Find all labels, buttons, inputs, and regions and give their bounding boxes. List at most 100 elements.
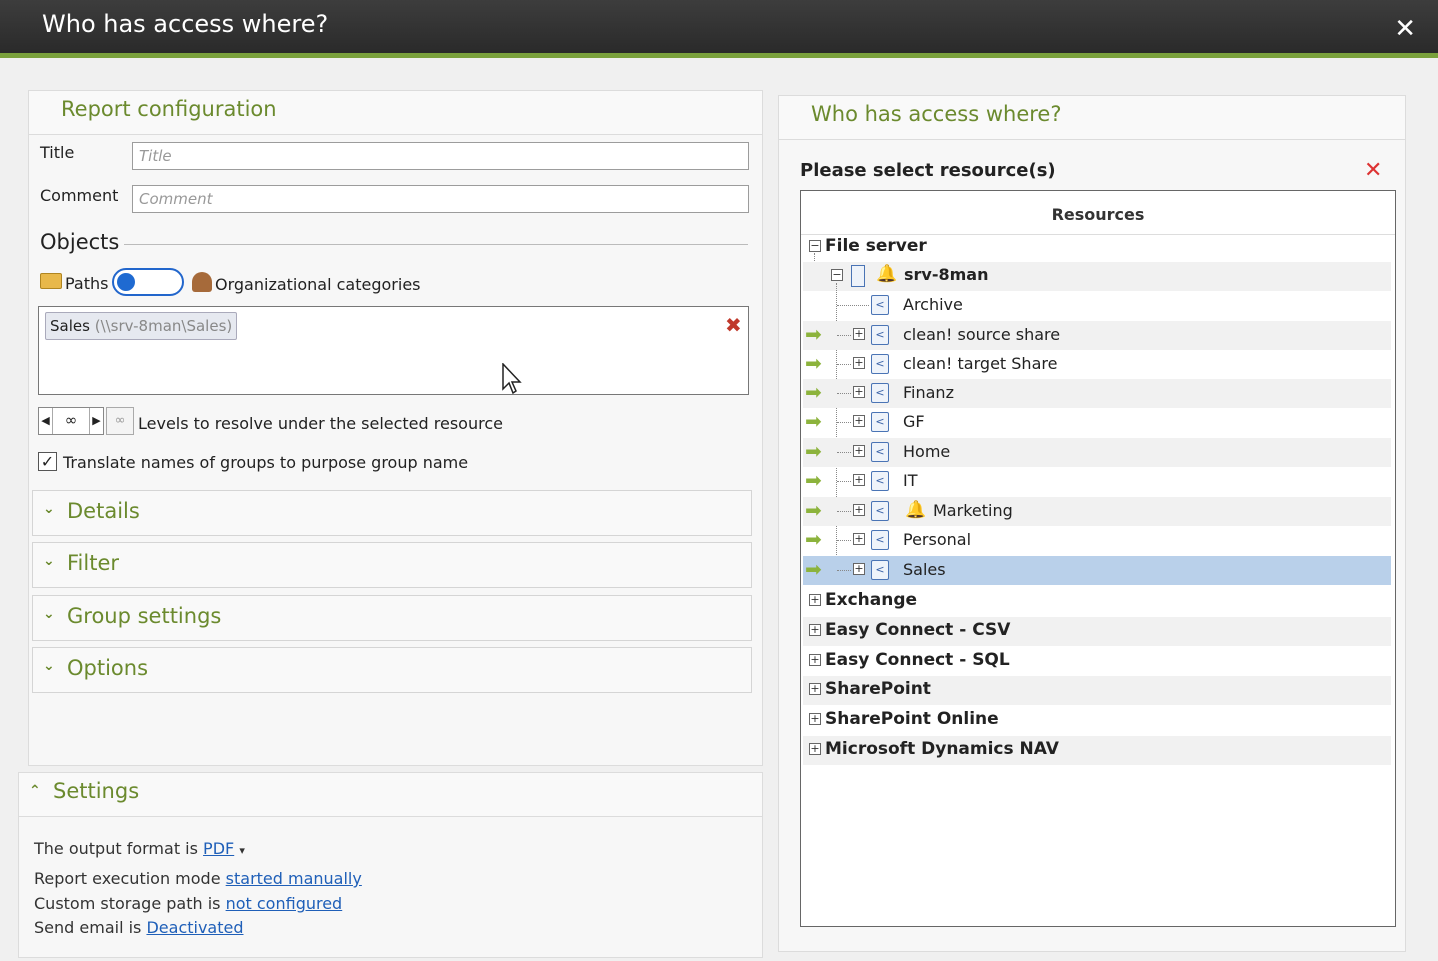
node-label: IT xyxy=(903,471,918,490)
expand-icon[interactable]: + xyxy=(853,386,865,398)
remove-all-icon[interactable]: ✖ xyxy=(725,313,742,337)
tree-connector xyxy=(837,335,851,336)
node-label: Microsoft Dynamics NAV xyxy=(825,739,1059,759)
collapse-icon[interactable]: − xyxy=(831,269,843,281)
expand-icon[interactable]: + xyxy=(809,594,821,606)
levels-stepper[interactable]: ◀ ∞ ▶ xyxy=(38,407,104,435)
tree-connector xyxy=(837,481,851,482)
levels-value: ∞ xyxy=(64,411,78,429)
share-icon: < xyxy=(871,530,889,550)
share-icon: < xyxy=(871,412,889,432)
details-section[interactable]: ⌄ Details xyxy=(32,490,752,536)
node-label: srv-8man xyxy=(904,265,989,284)
group-settings-section[interactable]: ⌄ Group settings xyxy=(32,595,752,641)
tree-node-share-selected[interactable]: ➡ + < Sales xyxy=(803,556,1391,585)
chevron-down-icon: ⌄ xyxy=(43,553,55,569)
window-title: Who has access where? xyxy=(42,10,329,38)
levels-label: Levels to resolve under the selected res… xyxy=(138,414,503,433)
share-icon: < xyxy=(871,354,889,374)
expand-icon[interactable]: + xyxy=(853,533,865,545)
resource-tree[interactable]: Resources − File server − 🔔 srv-8man < A… xyxy=(800,190,1396,927)
expand-icon[interactable]: + xyxy=(809,654,821,666)
arrow-right-icon: ➡ xyxy=(805,380,822,404)
tree-node-share[interactable]: ➡ + < Finanz xyxy=(803,379,1391,408)
panel-title: Who has access where? xyxy=(811,102,1062,126)
expand-icon[interactable]: + xyxy=(809,683,821,695)
arrow-right-icon: ➡ xyxy=(805,439,822,463)
tree-connector xyxy=(837,364,851,365)
user-group-icon xyxy=(192,272,212,292)
email-link[interactable]: Deactivated xyxy=(146,918,243,937)
objects-heading: Objects xyxy=(40,230,120,254)
mode-prefix: Report execution mode xyxy=(34,869,221,888)
expand-icon[interactable]: + xyxy=(853,415,865,427)
tree-node-share[interactable]: ➡ + < Home xyxy=(803,438,1391,467)
arrow-right-icon: ➡ xyxy=(805,322,822,346)
tree-node-root[interactable]: + Easy Connect - CSV xyxy=(803,617,1391,646)
expand-icon[interactable]: + xyxy=(809,713,821,725)
close-icon[interactable]: ✕ xyxy=(1394,16,1416,42)
storage-path-line: Custom storage path is not configured xyxy=(34,894,342,913)
expand-icon[interactable]: + xyxy=(809,624,821,636)
expand-icon[interactable]: + xyxy=(809,743,821,755)
storage-link[interactable]: not configured xyxy=(226,894,343,913)
paths-org-toggle[interactable] xyxy=(112,268,184,296)
node-label: Personal xyxy=(903,530,972,549)
toggle-knob xyxy=(117,273,135,291)
node-label: Finanz xyxy=(903,383,954,402)
server-icon xyxy=(851,265,865,287)
chevron-down-icon: ⌄ xyxy=(43,501,55,517)
bell-icon: 🔔 xyxy=(905,500,927,520)
tree-node-share[interactable]: ➡ + < GF xyxy=(803,408,1391,437)
share-icon: < xyxy=(871,442,889,462)
settings-header[interactable]: ⌃ Settings xyxy=(19,773,762,817)
node-label: Sales xyxy=(903,560,946,579)
tree-node-root[interactable]: + SharePoint Online xyxy=(803,706,1391,735)
tree-node-file-server[interactable]: − File server xyxy=(803,233,1391,262)
expand-icon[interactable]: + xyxy=(853,445,865,457)
expand-icon[interactable]: + xyxy=(853,474,865,486)
expand-icon[interactable]: + xyxy=(853,357,865,369)
tree-node-server[interactable]: − 🔔 srv-8man xyxy=(803,262,1391,291)
comment-field[interactable] xyxy=(132,185,749,213)
tree-node-root[interactable]: + Microsoft Dynamics NAV xyxy=(803,736,1391,765)
options-section[interactable]: ⌄ Options xyxy=(32,647,752,693)
title-field[interactable] xyxy=(132,142,749,170)
tree-node-root[interactable]: + Exchange xyxy=(803,587,1391,616)
expand-icon[interactable]: + xyxy=(853,504,865,516)
mode-link[interactable]: started manually xyxy=(226,869,362,888)
tree-node-root[interactable]: + Easy Connect - SQL xyxy=(803,647,1391,676)
share-icon: < xyxy=(871,471,889,491)
increase-level-button[interactable]: ▶ xyxy=(89,408,103,434)
expand-icon[interactable]: + xyxy=(853,328,865,340)
expand-icon[interactable]: + xyxy=(853,563,865,575)
translate-checkbox[interactable]: ✓ xyxy=(38,452,57,471)
chevron-down-icon[interactable]: ▾ xyxy=(239,844,245,857)
clear-selection-icon[interactable]: ✕ xyxy=(1364,160,1382,182)
node-label: GF xyxy=(903,412,925,431)
email-prefix: Send email is xyxy=(34,918,142,937)
mouse-cursor-icon xyxy=(502,363,522,395)
tree-node-share[interactable]: ➡ + < 🔔 Marketing xyxy=(803,497,1391,526)
format-prefix: The output format is xyxy=(34,839,198,858)
tree-connector xyxy=(837,452,851,453)
tree-node-share[interactable]: < Archive xyxy=(803,291,1391,320)
tree-node-share[interactable]: ➡ + < Personal xyxy=(803,526,1391,555)
organizational-categories-label: Organizational categories xyxy=(215,275,421,294)
share-icon: < xyxy=(871,560,889,580)
format-link[interactable]: PDF xyxy=(203,839,234,858)
selected-object-chip[interactable]: Sales (\\srv-8man\Sales) xyxy=(45,312,238,340)
tree-node-share[interactable]: ➡ + < IT xyxy=(803,467,1391,496)
selected-objects-box[interactable]: Sales (\\srv-8man\Sales) ✖ xyxy=(38,306,749,395)
chevron-up-icon: ⌃ xyxy=(29,783,41,799)
filter-section[interactable]: ⌄ Filter xyxy=(32,542,752,588)
tree-node-share[interactable]: ➡ + < clean! target Share xyxy=(803,350,1391,379)
decrease-level-button[interactable]: ◀ xyxy=(39,408,53,434)
tree-node-share[interactable]: ➡ + < clean! source share xyxy=(803,321,1391,350)
collapse-icon[interactable]: − xyxy=(809,240,821,252)
node-label: Marketing xyxy=(933,501,1013,520)
infinite-levels-button[interactable]: ∞ xyxy=(106,407,134,435)
section-label: Filter xyxy=(67,551,120,575)
tree-connector xyxy=(837,305,869,306)
tree-node-root[interactable]: + SharePoint xyxy=(803,676,1391,705)
